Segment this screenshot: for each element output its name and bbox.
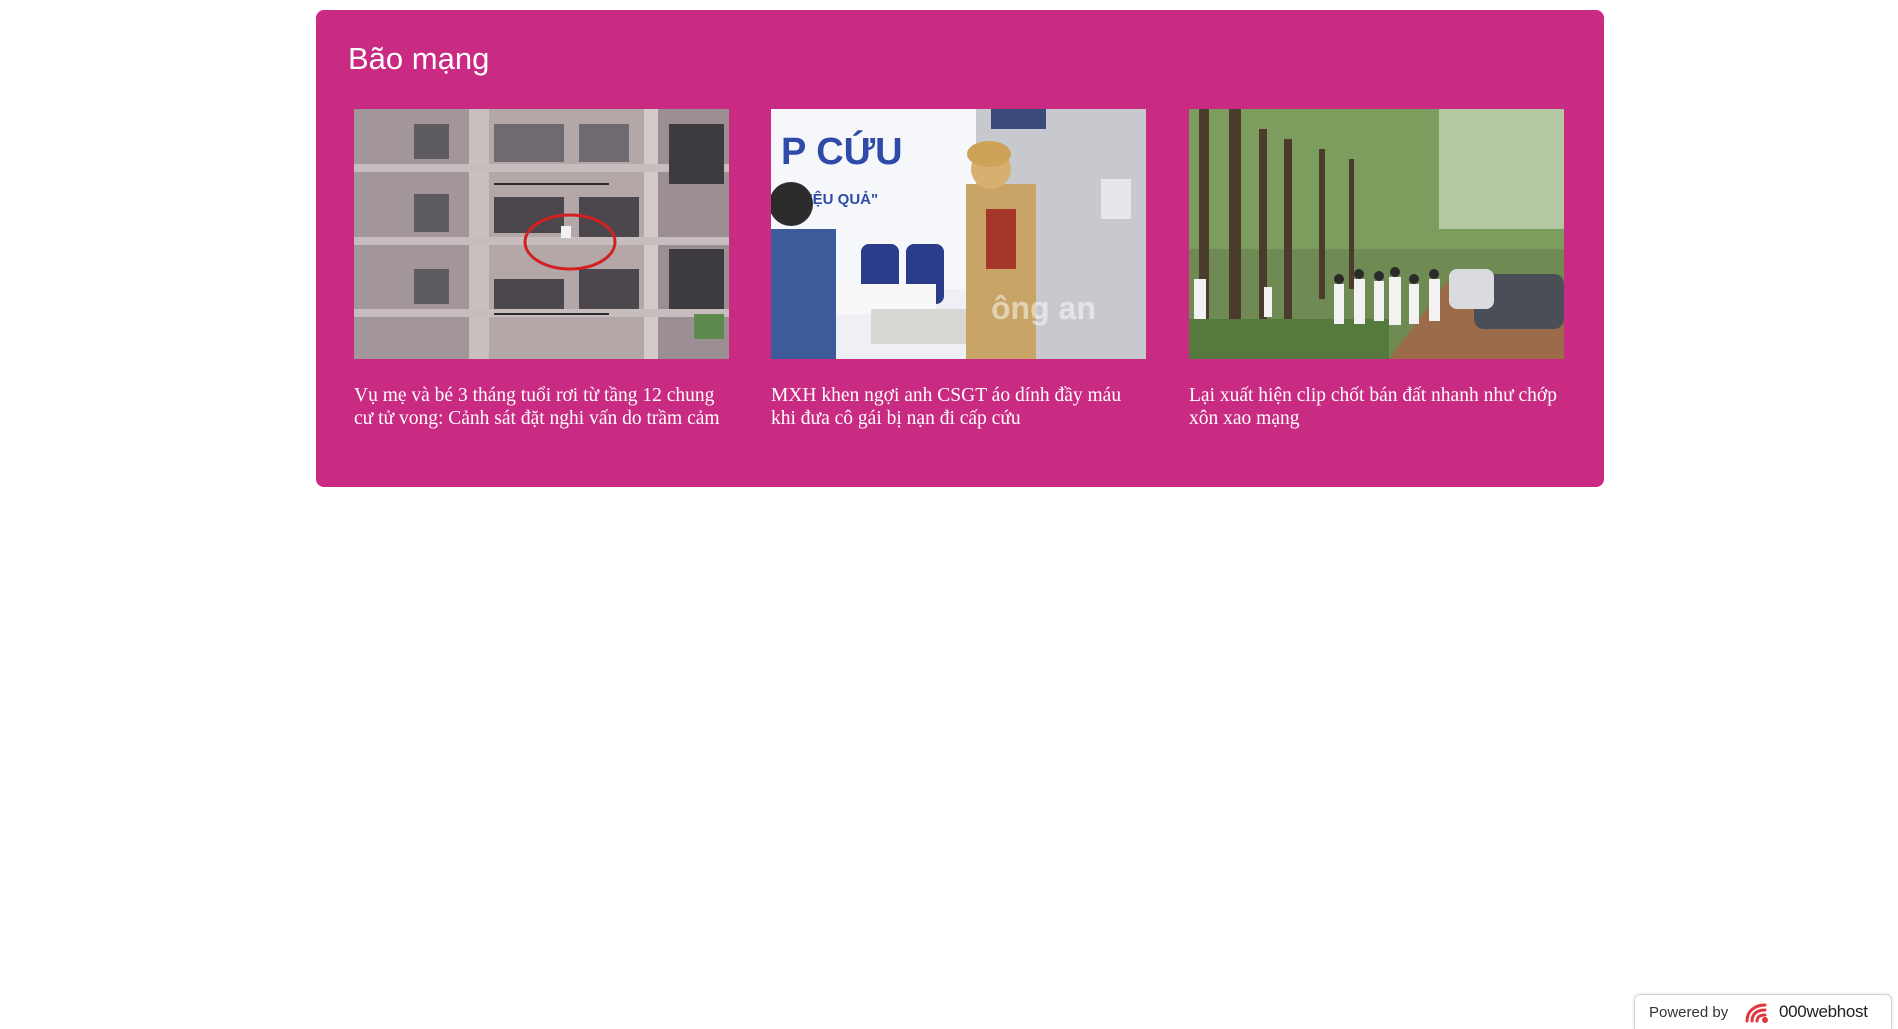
powered-by-label: Powered by (1649, 1004, 1729, 1021)
news-thumbnail-link[interactable] (1189, 109, 1564, 359)
news-section-panel: Bão mạng Vụ mẹ và bé 3 tháng tuổi rơi từ… (316, 10, 1604, 487)
svg-text:ông an: ông an (991, 290, 1096, 326)
news-thumbnail-link[interactable]: P CỨU M HIỆU QUẢ" ông an (771, 109, 1146, 359)
000webhost-logo-icon (1745, 1003, 1768, 1023)
svg-text:P CỨU: P CỨU (781, 129, 903, 173)
news-thumbnail-image: P CỨU M HIỆU QUẢ" ông an (771, 109, 1146, 359)
brand-name: 000webhost (1779, 1002, 1868, 1021)
section-title: Bão mạng (348, 41, 490, 76)
news-thumbnail-image (1189, 109, 1564, 359)
news-card: Lại xuất hiện clip chốt bán đất nhanh nh… (1189, 109, 1564, 430)
news-title-link[interactable]: Vụ mẹ và bé 3 tháng tuổi rơi từ tầng 12 … (354, 384, 729, 430)
news-title-link[interactable]: MXH khen ngợi anh CSGT áo dính đầy máu k… (771, 384, 1146, 430)
news-thumbnail-image (354, 109, 729, 359)
powered-by-badge[interactable]: Powered by 000webhost (1634, 994, 1892, 1029)
news-card: P CỨU M HIỆU QUẢ" ông an MXH khen ngợi a… (771, 109, 1146, 430)
news-card: Vụ mẹ và bé 3 tháng tuổi rơi từ tầng 12 … (354, 109, 729, 430)
news-title-link[interactable]: Lại xuất hiện clip chốt bán đất nhanh nh… (1189, 384, 1564, 430)
news-thumbnail-link[interactable] (354, 109, 729, 359)
